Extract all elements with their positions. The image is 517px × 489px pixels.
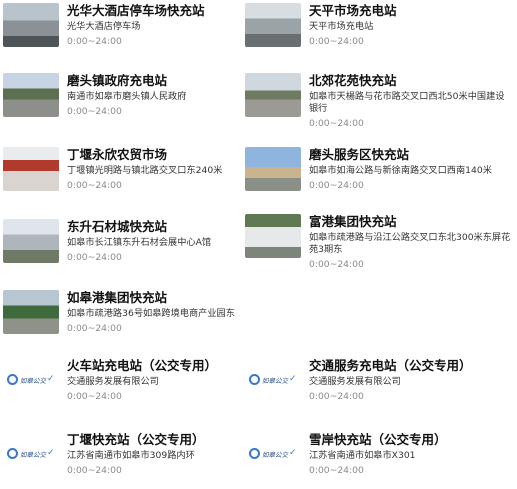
- station-hours: 0:00~24:00: [67, 465, 122, 476]
- station-photo: [245, 214, 301, 258]
- station-title: 火车站充电站（公交专用）: [67, 358, 218, 373]
- station-title: 雪岸快充站（公交专用）: [309, 432, 447, 447]
- station-hours: 0:00~24:00: [309, 391, 364, 402]
- station-photo: [3, 73, 59, 117]
- station-card[interactable]: 如皋公交 ✓ 火车站充电站（公交专用） 交通服务发展有限公司 0:00~24:00: [3, 358, 241, 408]
- station-hours: 0:00~24:00: [67, 252, 122, 263]
- station-title: 富港集团快充站: [309, 214, 397, 229]
- station-address: 如皋市如海公路与新徐南路交叉口西南140米: [309, 165, 492, 176]
- bus-company-logo-icon: 如皋公交 ✓: [3, 358, 59, 402]
- station-title: 交通服务充电站（公交专用）: [309, 358, 472, 373]
- station-hours: 0:00~24:00: [309, 36, 364, 47]
- station-address: 江苏省南通市如皋市309路内环: [67, 450, 195, 461]
- station-title: 丁堰永欣农贸市场: [67, 147, 168, 162]
- station-card[interactable]: 富港集团快充站 如皋市疏港路与沿江公路交叉口东北300米东屏花苑3期东 0:00…: [245, 214, 513, 276]
- station-address: 光华大酒店停车场: [67, 21, 141, 32]
- station-title: 如皋港集团快充站: [67, 290, 168, 305]
- station-card[interactable]: 如皋公交 ✓ 雪岸快充站（公交专用） 江苏省南通市如皋市X301 0:00~24:…: [245, 432, 513, 482]
- station-card[interactable]: 磨头服务区快充站 如皋市如海公路与新徐南路交叉口西南140米 0:00~24:0…: [245, 147, 513, 197]
- station-title: 北郊花苑快充站: [309, 73, 397, 88]
- station-card[interactable]: 北郊花苑快充站 如皋市天楊路与花市路交叉口西北50米中国建设银行 0:00~24…: [245, 73, 513, 135]
- station-address: 交通服务发展有限公司: [309, 376, 401, 387]
- station-title: 东升石材城快充站: [67, 219, 168, 234]
- station-photo: [3, 290, 59, 334]
- station-photo: [245, 147, 301, 191]
- station-card[interactable]: 如皋公交 ✓ 丁堰快充站（公交专用） 江苏省南通市如皋市309路内环 0:00~2…: [3, 432, 241, 482]
- station-hours: 0:00~24:00: [67, 323, 122, 334]
- station-title: 磨头服务区快充站: [309, 147, 410, 162]
- station-title: 磨头镇政府充电站: [67, 73, 168, 88]
- station-address: 交通服务发展有限公司: [67, 376, 159, 387]
- station-hours: 0:00~24:00: [67, 106, 122, 117]
- bus-company-logo-icon: 如皋公交 ✓: [245, 358, 301, 402]
- station-hours: 0:00~24:00: [309, 180, 364, 191]
- station-hours: 0:00~24:00: [309, 465, 364, 476]
- station-photo: [3, 219, 59, 263]
- station-address: 如皋市疏港路与沿江公路交叉口东北300米东屏花苑3期东: [309, 232, 511, 255]
- station-address: 江苏省南通市如皋市X301: [309, 450, 416, 461]
- station-card[interactable]: 光华大酒店停车场快充站 光华大酒店停车场 0:00~24:00: [3, 3, 241, 53]
- station-card[interactable]: 天平市场充电站 天平市场充电站 0:00~24:00: [245, 3, 513, 53]
- station-card[interactable]: 丁堰永欣农贸市场 丁堰镇光明路与镇北路交叉口东240米 0:00~24:00: [3, 147, 241, 197]
- bus-company-logo-icon: 如皋公交 ✓: [3, 432, 59, 476]
- station-hours: 0:00~24:00: [67, 391, 122, 402]
- station-card[interactable]: 如皋港集团快充站 如皋市疏港路36号如皋跨境电商产业园东 0:00~24:00: [3, 290, 271, 340]
- station-photo: [245, 73, 301, 117]
- station-address: 如皋市疏港路36号如皋跨境电商产业园东: [67, 308, 235, 319]
- station-card[interactable]: 磨头镇政府充电站 南通市如皋市磨头镇人民政府 0:00~24:00: [3, 73, 241, 123]
- station-address: 如皋市天楊路与花市路交叉口西北50米中国建设银行: [309, 91, 505, 114]
- station-hours: 0:00~24:00: [309, 259, 364, 270]
- station-address: 南通市如皋市磨头镇人民政府: [67, 91, 187, 102]
- station-hours: 0:00~24:00: [67, 180, 122, 191]
- station-photo: [245, 3, 301, 47]
- station-hours: 0:00~24:00: [309, 118, 364, 129]
- station-address: 天平市场充电站: [309, 21, 374, 32]
- station-photo: [3, 147, 59, 191]
- station-card[interactable]: 东升石材城快充站 如皋市长江镇东升石材会展中心A馆 0:00~24:00: [3, 219, 241, 269]
- station-card[interactable]: 如皋公交 ✓ 交通服务充电站（公交专用） 交通服务发展有限公司 0:00~24:0…: [245, 358, 513, 408]
- station-address: 丁堰镇光明路与镇北路交叉口东240米: [67, 165, 223, 176]
- bus-company-logo-icon: 如皋公交 ✓: [245, 432, 301, 476]
- station-title: 丁堰快充站（公交专用）: [67, 432, 205, 447]
- station-title: 天平市场充电站: [309, 3, 397, 18]
- station-title: 光华大酒店停车场快充站: [67, 3, 205, 18]
- station-hours: 0:00~24:00: [67, 36, 122, 47]
- station-photo: [3, 3, 59, 47]
- station-address: 如皋市长江镇东升石材会展中心A馆: [67, 237, 212, 248]
